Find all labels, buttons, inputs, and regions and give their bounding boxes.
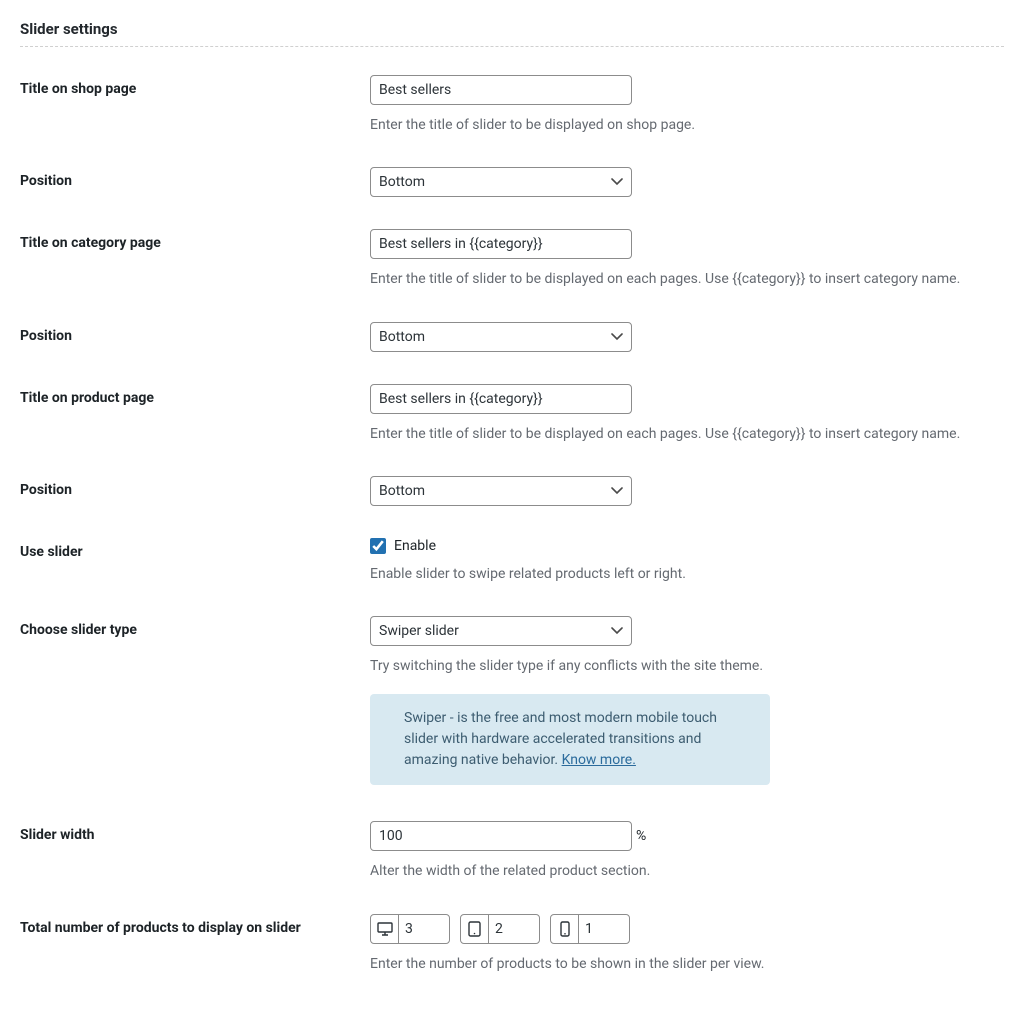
position3-select[interactable]: Bottom bbox=[370, 476, 632, 506]
title-shop-desc: Enter the title of slider to be displaye… bbox=[370, 115, 1004, 135]
position2-select[interactable]: Bottom bbox=[370, 322, 632, 352]
products-count-label: Total number of products to display on s… bbox=[20, 914, 370, 936]
slider-width-input[interactable] bbox=[370, 821, 632, 851]
slider-width-unit: % bbox=[636, 828, 646, 844]
products-count-desc: Enter the number of products to be shown… bbox=[370, 954, 1004, 974]
slider-type-desc: Try switching the slider type if any con… bbox=[370, 656, 1004, 676]
title-product-label: Title on product page bbox=[20, 384, 370, 406]
slider-type-select[interactable]: Swiper slider bbox=[370, 616, 632, 646]
mobile-count-input[interactable] bbox=[579, 915, 629, 943]
divider bbox=[20, 46, 1004, 47]
title-category-input[interactable] bbox=[370, 229, 632, 259]
position1-select[interactable]: Bottom bbox=[370, 167, 632, 197]
position2-label: Position bbox=[20, 322, 370, 344]
title-product-desc: Enter the title of slider to be displaye… bbox=[370, 424, 1004, 444]
tablet-count-input[interactable] bbox=[489, 915, 539, 943]
desktop-count-input[interactable] bbox=[399, 915, 449, 943]
slider-width-label: Slider width bbox=[20, 821, 370, 843]
know-more-link[interactable]: Know more. bbox=[562, 752, 636, 768]
slider-type-label: Choose slider type bbox=[20, 616, 370, 638]
mobile-count-group bbox=[550, 914, 630, 944]
use-slider-desc: Enable slider to swipe related products … bbox=[370, 564, 1004, 584]
title-category-label: Title on category page bbox=[20, 229, 370, 251]
position1-label: Position bbox=[20, 167, 370, 189]
slider-width-desc: Alter the width of the related product s… bbox=[370, 861, 1004, 881]
use-slider-label: Use slider bbox=[20, 538, 370, 560]
title-shop-label: Title on shop page bbox=[20, 75, 370, 97]
swiper-notice: Swiper - is the free and most modern mob… bbox=[370, 694, 770, 785]
title-product-input[interactable] bbox=[370, 384, 632, 414]
tablet-icon bbox=[461, 915, 489, 943]
title-category-desc: Enter the title of slider to be displaye… bbox=[370, 269, 1004, 289]
desktop-count-group bbox=[370, 914, 450, 944]
section-title: Slider settings bbox=[20, 20, 1004, 38]
tablet-count-group bbox=[460, 914, 540, 944]
desktop-icon bbox=[371, 915, 399, 943]
use-slider-checkbox-label: Enable bbox=[394, 538, 436, 554]
title-shop-input[interactable] bbox=[370, 75, 632, 105]
use-slider-checkbox[interactable] bbox=[370, 538, 386, 554]
mobile-icon bbox=[551, 915, 579, 943]
position3-label: Position bbox=[20, 476, 370, 498]
